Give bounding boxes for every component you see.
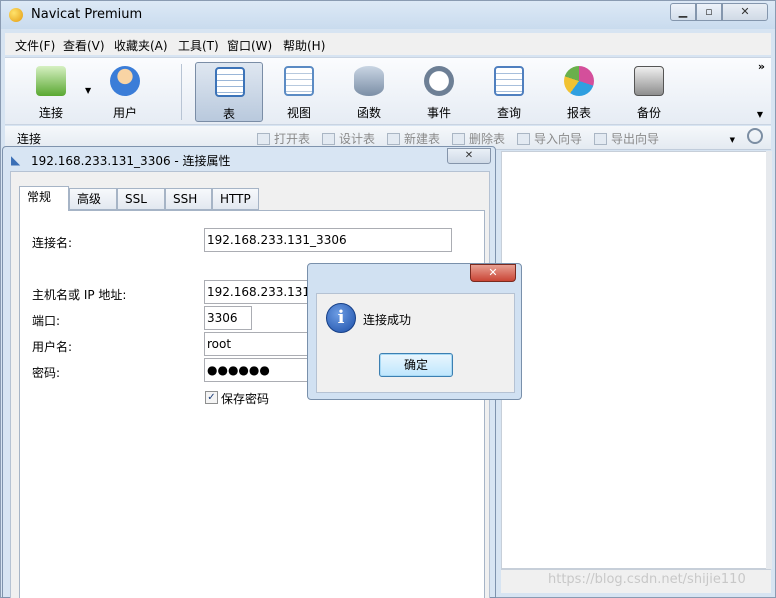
open-table-label: 打开表 <box>274 132 311 146</box>
toolbar-report-button[interactable]: 报表 <box>545 62 613 122</box>
alert-body: i 连接成功 确定 <box>316 293 515 393</box>
host-input[interactable] <box>204 280 316 304</box>
search-icon[interactable] <box>747 128 763 144</box>
menu-tools[interactable]: 工具(T) <box>178 37 219 54</box>
tab-http[interactable]: HTTP <box>212 188 259 210</box>
table-icon <box>215 67 245 97</box>
ok-button[interactable]: 确定 <box>379 353 453 377</box>
tab-general[interactable]: 常规 <box>19 186 69 211</box>
minimize-button[interactable]: ▁ <box>670 3 696 21</box>
export-wizard-icon <box>594 133 607 145</box>
backup-icon <box>634 66 664 96</box>
navicat-logo-icon <box>9 8 23 22</box>
port-input[interactable] <box>204 306 252 330</box>
toolbar-label: 用户 <box>112 106 137 120</box>
design-table-action[interactable]: 设计表 <box>322 130 375 147</box>
delete-table-icon <box>452 133 465 145</box>
close-window-button[interactable]: ✕ <box>722 3 768 21</box>
mysql-dolphin-icon: ◣ <box>11 153 21 167</box>
alert-close-button[interactable]: ✕ <box>470 264 516 282</box>
title-bar: Navicat Premium ▁ ▫ ✕ <box>1 1 775 29</box>
function-icon <box>354 66 384 96</box>
query-icon <box>494 66 524 96</box>
tab-advanced[interactable]: 高级 <box>69 188 117 210</box>
connection-name-label: 连接名: <box>32 236 73 250</box>
menu-file[interactable]: 文件(F) <box>15 37 55 54</box>
clock-icon <box>424 66 454 96</box>
main-toolbar: 连接 ▼ 用户 表 视图 函数 事件 查询 报表 备份 » ▼ <box>5 57 771 125</box>
plug-icon <box>36 66 66 96</box>
watermark-text: https://blog.csdn.net/shijie110 <box>548 572 746 587</box>
password-input[interactable] <box>204 358 316 382</box>
menu-bar: 文件(F) 查看(V) 收藏夹(A) 工具(T) 窗口(W) 帮助(H) <box>5 33 771 55</box>
toolbar-label: 查询 <box>496 106 521 120</box>
new-table-label: 新建表 <box>404 132 441 146</box>
subbar-dropdown-icon[interactable]: ▼ <box>730 136 735 144</box>
dialog-close-button[interactable]: ✕ <box>447 148 491 164</box>
menu-view[interactable]: 查看(V) <box>63 37 105 54</box>
toolbar-separator <box>181 64 182 120</box>
user-icon <box>110 66 140 96</box>
username-input[interactable] <box>204 332 316 356</box>
toolbar-backup-button[interactable]: 备份 <box>615 62 683 122</box>
maximize-button[interactable]: ▫ <box>696 3 722 21</box>
open-table-action[interactable]: 打开表 <box>257 130 310 147</box>
new-table-icon <box>387 133 400 145</box>
object-list-area <box>501 151 771 569</box>
connection-success-alert: ✕ i 连接成功 确定 <box>307 263 522 400</box>
toolbar-event-button[interactable]: 事件 <box>405 62 473 122</box>
toolbar-connection-button[interactable]: 连接 <box>17 62 85 122</box>
tab-ssh[interactable]: SSH <box>165 188 212 210</box>
dialog-title: 192.168.233.131_3306 - 连接属性 <box>31 154 231 168</box>
toolbar-view-button[interactable]: 视图 <box>265 62 333 122</box>
save-password-label: 保存密码 <box>221 392 270 406</box>
toolbar-label: 连接 <box>38 106 63 120</box>
info-icon: i <box>326 303 356 333</box>
export-wizard-label: 导出向导 <box>611 132 660 146</box>
username-label: 用户名: <box>32 340 73 354</box>
toolbar-table-button[interactable]: 表 <box>195 62 263 122</box>
toolbar-function-button[interactable]: 函数 <box>335 62 403 122</box>
delete-table-label: 删除表 <box>469 132 506 146</box>
connection-name-input[interactable] <box>204 228 452 252</box>
open-table-icon <box>257 133 270 145</box>
toolbar-query-button[interactable]: 查询 <box>475 62 543 122</box>
alert-message: 连接成功 <box>363 313 412 327</box>
window-title: Navicat Premium <box>31 7 143 22</box>
host-label: 主机名或 IP 地址: <box>32 288 127 302</box>
new-table-action[interactable]: 新建表 <box>387 130 440 147</box>
export-wizard-action[interactable]: 导出向导 <box>594 130 659 147</box>
toolbar-label: 函数 <box>356 106 381 120</box>
design-table-icon <box>322 133 335 145</box>
port-label: 端口: <box>32 314 61 328</box>
toolbar-label: 表 <box>222 107 235 121</box>
save-password-checkbox[interactable]: ✓ <box>205 391 218 404</box>
toolbar-overflow-icon[interactable]: » <box>758 60 765 73</box>
toolbar-user-button[interactable]: 用户 <box>91 62 159 122</box>
import-wizard-action[interactable]: 导入向导 <box>517 130 582 147</box>
import-wizard-icon <box>517 133 530 145</box>
view-icon <box>284 66 314 96</box>
menu-favorites[interactable]: 收藏夹(A) <box>114 37 168 54</box>
menu-help[interactable]: 帮助(H) <box>283 37 325 54</box>
delete-table-action[interactable]: 删除表 <box>452 130 505 147</box>
toolbar-chevron-down-icon[interactable]: ▼ <box>757 110 763 119</box>
password-label: 密码: <box>32 366 61 380</box>
toolbar-label: 事件 <box>426 106 451 120</box>
import-wizard-label: 导入向导 <box>534 132 583 146</box>
vertical-scrollbar[interactable] <box>766 151 772 569</box>
subbar-title: 连接 <box>17 132 42 146</box>
toolbar-label: 备份 <box>636 106 661 120</box>
menu-window[interactable]: 窗口(W) <box>227 37 272 54</box>
toolbar-label: 报表 <box>566 106 591 120</box>
design-table-label: 设计表 <box>339 132 376 146</box>
report-icon <box>564 66 594 96</box>
tab-ssl[interactable]: SSL <box>117 188 165 210</box>
toolbar-label: 视图 <box>286 106 311 120</box>
